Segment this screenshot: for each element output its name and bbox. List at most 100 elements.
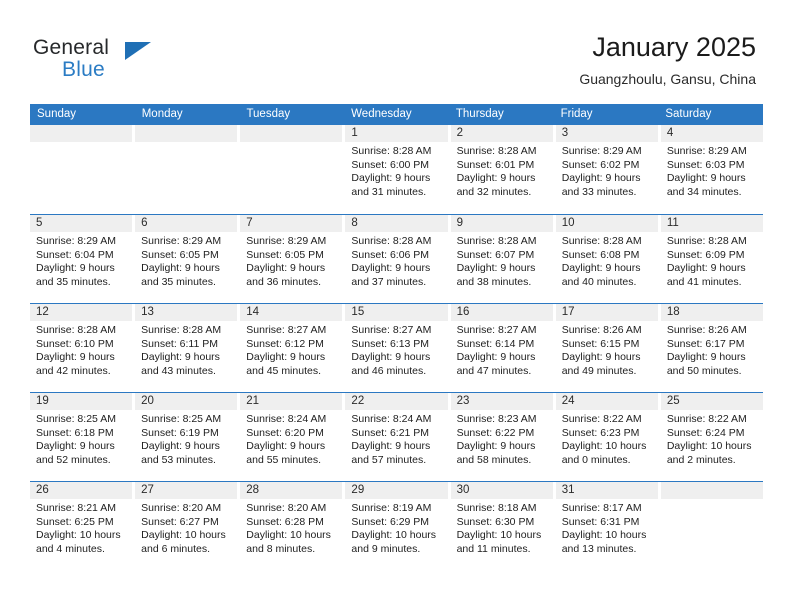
daylight-text: Daylight: 9 hours (141, 440, 220, 453)
sunset-text: Sunset: 6:08 PM (561, 248, 640, 261)
daylight-text: and 0 minutes. (561, 453, 631, 466)
calendar-day-cell[interactable]: 24 Sunrise: 8:22 AM Sunset: 6:23 PM Dayligh… (555, 393, 658, 481)
sunset-text: Sunset: 6:29 PM (351, 515, 430, 528)
day-number: 3 (555, 125, 658, 142)
day-details (661, 499, 763, 502)
day-number: 26 (30, 482, 133, 499)
sunset-text: Sunset: 6:01 PM (456, 158, 535, 171)
sunrise-text: Sunrise: 8:27 AM (246, 324, 327, 336)
sunset-text: Sunset: 6:11 PM (141, 337, 218, 350)
daylight-text: Daylight: 10 hours (666, 440, 752, 453)
day-details: Sunrise: 8:19 AM Sunset: 6:29 PM Daylight:… (345, 499, 447, 556)
sunrise-text: Sunrise: 8:28 AM (666, 235, 747, 247)
calendar-day-cell[interactable]: 23 Sunrise: 8:23 AM Sunset: 6:22 PM Dayligh… (450, 393, 553, 481)
sunrise-text: Sunrise: 8:19 AM (351, 502, 432, 514)
daylight-text: Daylight: 9 hours (456, 351, 536, 364)
day-details: Sunrise: 8:28 AM Sunset: 6:01 PM Daylight:… (451, 142, 553, 199)
calendar-day-cell[interactable]: 29 Sunrise: 8:19 AM Sunset: 6:29 PM Dayligh… (345, 482, 448, 570)
calendar-weeks: 1 Sunrise: 8:28 AM Sunset: 6:00 PM Daylight… (30, 125, 763, 570)
calendar-day-cell[interactable]: 18 Sunrise: 8:26 AM Sunset: 6:17 PM Dayligh… (660, 304, 763, 392)
day-details: Sunrise: 8:24 AM Sunset: 6:20 PM Daylight:… (240, 410, 342, 467)
calendar-day-cell[interactable]: 15 Sunrise: 8:27 AM Sunset: 6:13 PM Dayligh… (345, 304, 448, 392)
calendar-cell-empty (135, 125, 238, 214)
sunset-text: Sunset: 6:25 PM (36, 515, 114, 528)
day-details: Sunrise: 8:22 AM Sunset: 6:23 PM Daylight:… (556, 410, 658, 467)
calendar-page: General Blue January 2025 Guangzhoulu, G… (0, 0, 792, 612)
daylight-text: Daylight: 9 hours (666, 262, 746, 275)
calendar-day-cell[interactable]: 7 Sunrise: 8:29 AM Sunset: 6:05 PM Daylight… (240, 215, 343, 303)
daylight-text: and 2 minutes. (666, 453, 736, 466)
day-number (240, 125, 343, 142)
calendar-day-cell[interactable]: 16 Sunrise: 8:27 AM Sunset: 6:14 PM Dayligh… (450, 304, 553, 392)
day-number: 4 (660, 125, 763, 142)
daylight-text: and 4 minutes. (36, 542, 105, 555)
daylight-text: and 47 minutes. (456, 364, 532, 377)
general-blue-logo[interactable]: General Blue (33, 36, 233, 88)
calendar-week-row: 19 Sunrise: 8:25 AM Sunset: 6:18 PM Dayligh… (30, 392, 763, 481)
daylight-text: Daylight: 9 hours (36, 262, 115, 275)
daylight-text: and 49 minutes. (561, 364, 637, 377)
sunset-text: Sunset: 6:22 PM (456, 426, 535, 439)
sunset-text: Sunset: 6:31 PM (561, 515, 640, 528)
calendar-day-cell[interactable]: 5 Sunrise: 8:29 AM Sunset: 6:04 PM Daylight… (30, 215, 133, 303)
sunset-text: Sunset: 6:24 PM (666, 426, 745, 439)
calendar-day-cell[interactable]: 30 Sunrise: 8:18 AM Sunset: 6:30 PM Dayligh… (450, 482, 553, 570)
calendar-day-cell[interactable]: 13 Sunrise: 8:28 AM Sunset: 6:11 PM Dayligh… (135, 304, 238, 392)
calendar-week-row: 26 Sunrise: 8:21 AM Sunset: 6:25 PM Dayligh… (30, 481, 763, 570)
sunset-text: Sunset: 6:07 PM (456, 248, 535, 261)
calendar-day-cell[interactable]: 1 Sunrise: 8:28 AM Sunset: 6:00 PM Daylight… (345, 125, 448, 214)
daylight-text: and 35 minutes. (141, 275, 216, 288)
sunset-text: Sunset: 6:23 PM (561, 426, 640, 439)
day-details: Sunrise: 8:18 AM Sunset: 6:30 PM Daylight:… (451, 499, 553, 556)
sunrise-text: Sunrise: 8:29 AM (141, 235, 222, 247)
calendar-day-cell[interactable]: 12 Sunrise: 8:28 AM Sunset: 6:10 PM Dayligh… (30, 304, 133, 392)
dow-tuesday: Tuesday (246, 108, 291, 120)
calendar-day-cell[interactable]: 17 Sunrise: 8:26 AM Sunset: 6:15 PM Dayligh… (555, 304, 658, 392)
calendar-day-cell[interactable]: 6 Sunrise: 8:29 AM Sunset: 6:05 PM Daylight… (135, 215, 238, 303)
calendar-day-cell[interactable]: 2 Sunrise: 8:28 AM Sunset: 6:01 PM Daylight… (450, 125, 553, 214)
calendar-day-cell[interactable]: 19 Sunrise: 8:25 AM Sunset: 6:18 PM Dayligh… (30, 393, 133, 481)
calendar-day-cell[interactable]: 22 Sunrise: 8:24 AM Sunset: 6:21 PM Dayligh… (345, 393, 448, 481)
sunset-text: Sunset: 6:21 PM (351, 426, 430, 439)
daylight-text: and 9 minutes. (351, 542, 421, 555)
daylight-text: Daylight: 10 hours (456, 529, 542, 542)
sunset-text: Sunset: 6:04 PM (36, 248, 114, 261)
daylight-text: Daylight: 9 hours (351, 262, 431, 275)
calendar-day-cell[interactable]: 9 Sunrise: 8:28 AM Sunset: 6:07 PM Daylight… (450, 215, 553, 303)
calendar-day-cell[interactable]: 28 Sunrise: 8:20 AM Sunset: 6:28 PM Dayligh… (240, 482, 343, 570)
calendar-grid: Sunday Monday Tuesday Wednesday Thursday… (30, 104, 763, 570)
day-details: Sunrise: 8:28 AM Sunset: 6:11 PM Daylight:… (135, 321, 237, 378)
daylight-text: Daylight: 9 hours (666, 351, 746, 364)
calendar-cell-empty (30, 125, 133, 214)
day-number: 6 (135, 215, 238, 232)
day-number: 16 (450, 304, 553, 321)
calendar-day-cell[interactable]: 31 Sunrise: 8:17 AM Sunset: 6:31 PM Dayligh… (555, 482, 658, 570)
daylight-text: Daylight: 10 hours (561, 440, 647, 453)
day-number: 20 (135, 393, 238, 410)
sunrise-text: Sunrise: 8:21 AM (36, 502, 116, 514)
calendar-day-cell[interactable]: 14 Sunrise: 8:27 AM Sunset: 6:12 PM Dayligh… (240, 304, 343, 392)
day-details: Sunrise: 8:22 AM Sunset: 6:24 PM Daylight:… (661, 410, 763, 467)
daylight-text: Daylight: 9 hours (456, 172, 536, 185)
calendar-day-cell[interactable]: 8 Sunrise: 8:28 AM Sunset: 6:06 PM Daylight… (345, 215, 448, 303)
calendar-day-cell[interactable]: 11 Sunrise: 8:28 AM Sunset: 6:09 PM Dayligh… (660, 215, 763, 303)
calendar-day-cell[interactable]: 10 Sunrise: 8:28 AM Sunset: 6:08 PM Dayligh… (555, 215, 658, 303)
calendar-day-cell[interactable]: 21 Sunrise: 8:24 AM Sunset: 6:20 PM Dayligh… (240, 393, 343, 481)
calendar-week-row: 5 Sunrise: 8:29 AM Sunset: 6:04 PM Daylight… (30, 214, 763, 303)
daylight-text: and 6 minutes. (141, 542, 211, 555)
calendar-day-cell[interactable]: 25 Sunrise: 8:22 AM Sunset: 6:24 PM Dayligh… (660, 393, 763, 481)
day-details: Sunrise: 8:24 AM Sunset: 6:21 PM Daylight:… (345, 410, 447, 467)
calendar-day-cell[interactable]: 27 Sunrise: 8:20 AM Sunset: 6:27 PM Dayligh… (135, 482, 238, 570)
day-number: 1 (345, 125, 448, 142)
sunrise-text: Sunrise: 8:22 AM (666, 413, 747, 425)
sunrise-text: Sunrise: 8:29 AM (36, 235, 116, 247)
sunrise-text: Sunrise: 8:29 AM (666, 145, 747, 157)
sunrise-text: Sunrise: 8:27 AM (351, 324, 432, 336)
sunrise-text: Sunrise: 8:28 AM (351, 235, 432, 247)
calendar-day-cell[interactable]: 20 Sunrise: 8:25 AM Sunset: 6:19 PM Dayligh… (135, 393, 238, 481)
calendar-day-cell[interactable]: 4 Sunrise: 8:29 AM Sunset: 6:03 PM Daylight… (660, 125, 763, 214)
daylight-text: Daylight: 10 hours (141, 529, 226, 542)
day-details: Sunrise: 8:28 AM Sunset: 6:06 PM Daylight:… (345, 232, 447, 289)
calendar-day-cell[interactable]: 26 Sunrise: 8:21 AM Sunset: 6:25 PM Dayligh… (30, 482, 133, 570)
calendar-day-cell[interactable]: 3 Sunrise: 8:29 AM Sunset: 6:02 PM Daylight… (555, 125, 658, 214)
